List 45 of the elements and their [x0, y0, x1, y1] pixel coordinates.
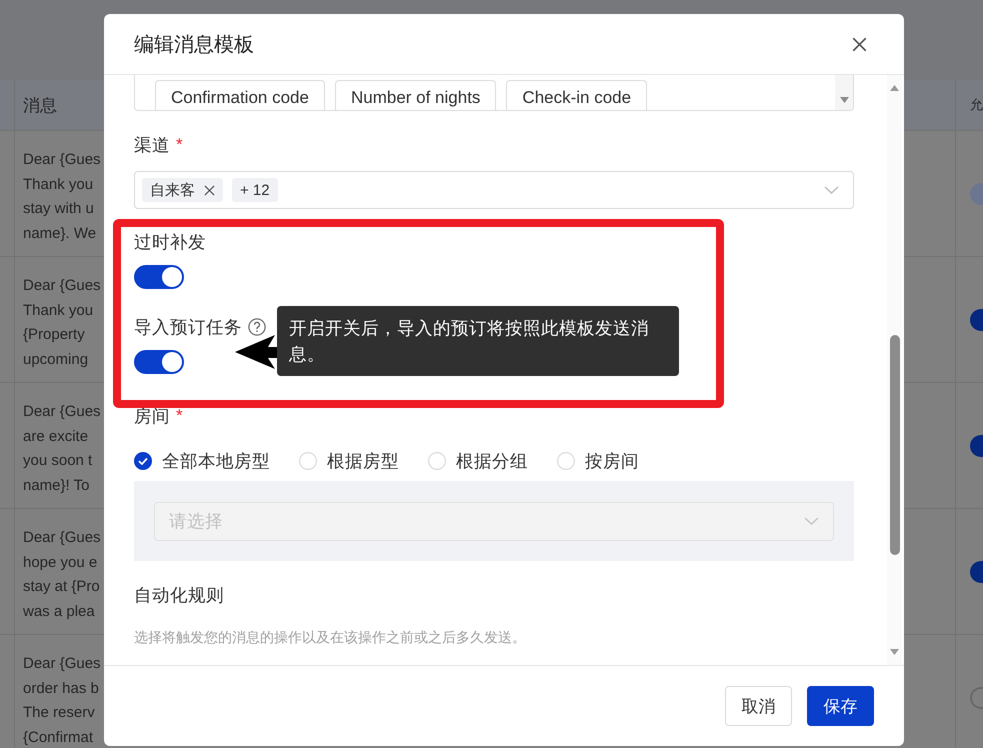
- column-header: 允: [970, 96, 983, 114]
- scroll-down-icon[interactable]: [890, 649, 899, 655]
- toggle-switch[interactable]: [134, 265, 184, 289]
- field-label: 房间: [134, 405, 170, 428]
- required-mark: *: [176, 135, 183, 155]
- hint-text: 选择将触发您的消息的操作以及在该操作之前或之后多久发送。: [134, 628, 527, 647]
- toggle-switch[interactable]: [134, 350, 184, 374]
- message-cell-text: Dear {Gues Thank you stay with u name}. We: [22, 150, 101, 244]
- close-icon: [852, 36, 867, 52]
- toggle-switch[interactable]: [970, 686, 983, 708]
- tag-label: 自来客: [150, 180, 195, 200]
- toggle-switch[interactable]: [970, 560, 983, 582]
- toggle-switch[interactable]: [970, 308, 983, 330]
- cancel-button[interactable]: 取消: [725, 686, 792, 726]
- remove-icon[interactable]: [204, 184, 215, 196]
- message-cell-text: Dear {Gues order has b The reserv {Confirmat: [22, 654, 101, 748]
- scrollbar-thumb[interactable]: [890, 335, 900, 555]
- variable-chip[interactable]: Check-in code: [506, 80, 648, 110]
- chevron-down-icon: [824, 186, 839, 194]
- toggle-switch[interactable]: [970, 434, 983, 456]
- field-label: 过时补发: [134, 231, 206, 254]
- scroll-up-icon[interactable]: [890, 85, 899, 91]
- left-arrow-icon: [235, 335, 277, 369]
- field-label: 自动化规则: [134, 584, 224, 607]
- message-cell-text: Dear {Gues hope you e stay at {Pro was a plea: [22, 528, 101, 622]
- radio-option[interactable]: 根据房型: [299, 449, 399, 473]
- close-button[interactable]: [852, 36, 867, 52]
- field-label: 渠道: [134, 134, 170, 157]
- dialog-title: 编辑消息模板: [134, 32, 254, 58]
- required-mark: *: [176, 406, 183, 426]
- message-cell-text: Dear {Gues Thank you {Property upcoming: [22, 276, 101, 370]
- save-button[interactable]: 保存: [807, 686, 874, 726]
- variable-chip[interactable]: Number of nights: [334, 80, 496, 110]
- scroll-down-icon[interactable]: [840, 97, 848, 103]
- tooltip: 开启开关后，导入的预订将按照此模板发送消息。: [277, 306, 679, 376]
- message-cell-text: Dear {Gues are excite you soon t name}! To: [22, 402, 101, 496]
- channel-select[interactable]: 自来客 + 12: [134, 171, 854, 209]
- variable-chip[interactable]: Confirmation code: [155, 80, 325, 110]
- more-count: + 12: [232, 178, 278, 202]
- field-label: 导入预订任务: [134, 316, 242, 339]
- radio-option[interactable]: 按房间: [557, 449, 639, 473]
- radio-option[interactable]: 根据分组: [428, 449, 528, 473]
- column-header: 消息: [22, 94, 57, 116]
- radio-option[interactable]: 全部本地房型: [134, 449, 270, 473]
- chevron-down-icon: [804, 517, 819, 525]
